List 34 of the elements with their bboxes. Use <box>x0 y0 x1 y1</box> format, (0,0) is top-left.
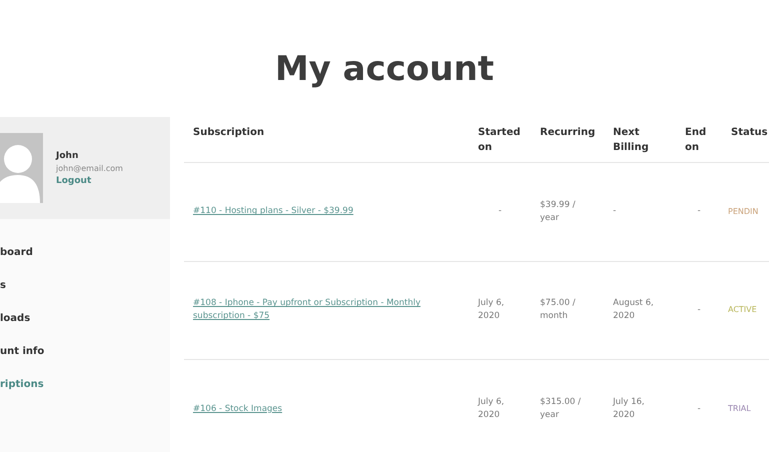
column-header: End on <box>676 117 722 162</box>
table-cell: $75.00 / month <box>531 261 604 360</box>
nav-item[interactable]: unt info <box>0 344 170 359</box>
nav-item[interactable]: loads <box>0 311 170 326</box>
column-header: Next Billing <box>604 117 676 162</box>
table-cell: July 16, 2020 <box>604 360 676 452</box>
column-header: Status <box>722 117 769 162</box>
status-label: PENDIN <box>728 206 758 216</box>
logout-link[interactable]: Logout <box>56 176 123 186</box>
subscription-link[interactable]: #110 - Hosting plans - Silver - $39.99 <box>193 205 354 218</box>
subscription-link[interactable]: #108 - Iphone - Pay upfront or Subscription - Monthly subscription - $75 <box>193 297 460 324</box>
table-cell: - <box>604 162 676 262</box>
table-cell: - <box>676 162 722 262</box>
table-cell: - <box>676 360 722 452</box>
table-cell: $315.00 / year <box>531 360 604 452</box>
column-header: Subscription <box>184 117 469 162</box>
status-label: TRIAL <box>728 404 751 414</box>
column-header: Started on <box>469 117 531 162</box>
table-cell: $39.99 / year <box>531 162 604 262</box>
page-title: My account <box>274 48 496 91</box>
status-label: ACTIVE <box>728 305 757 314</box>
table-cell: July 6, 2020 <box>469 360 531 452</box>
nav-item[interactable]: s <box>0 278 170 293</box>
user-email: john@email.com <box>56 164 123 172</box>
table-cell: July 6, 2020 <box>469 261 531 360</box>
table-cell: August 6, 2020 <box>604 261 676 360</box>
nav-item[interactable]: riptions <box>0 377 170 392</box>
subscription-link[interactable]: #106 - Stock Images <box>193 402 282 416</box>
user-name: John <box>56 150 80 160</box>
table-cell: - <box>676 261 722 360</box>
table-cell: - <box>469 162 531 262</box>
avatar-icon <box>0 133 43 203</box>
nav-item[interactable]: board <box>0 245 170 260</box>
column-header: Recurring <box>531 117 604 162</box>
